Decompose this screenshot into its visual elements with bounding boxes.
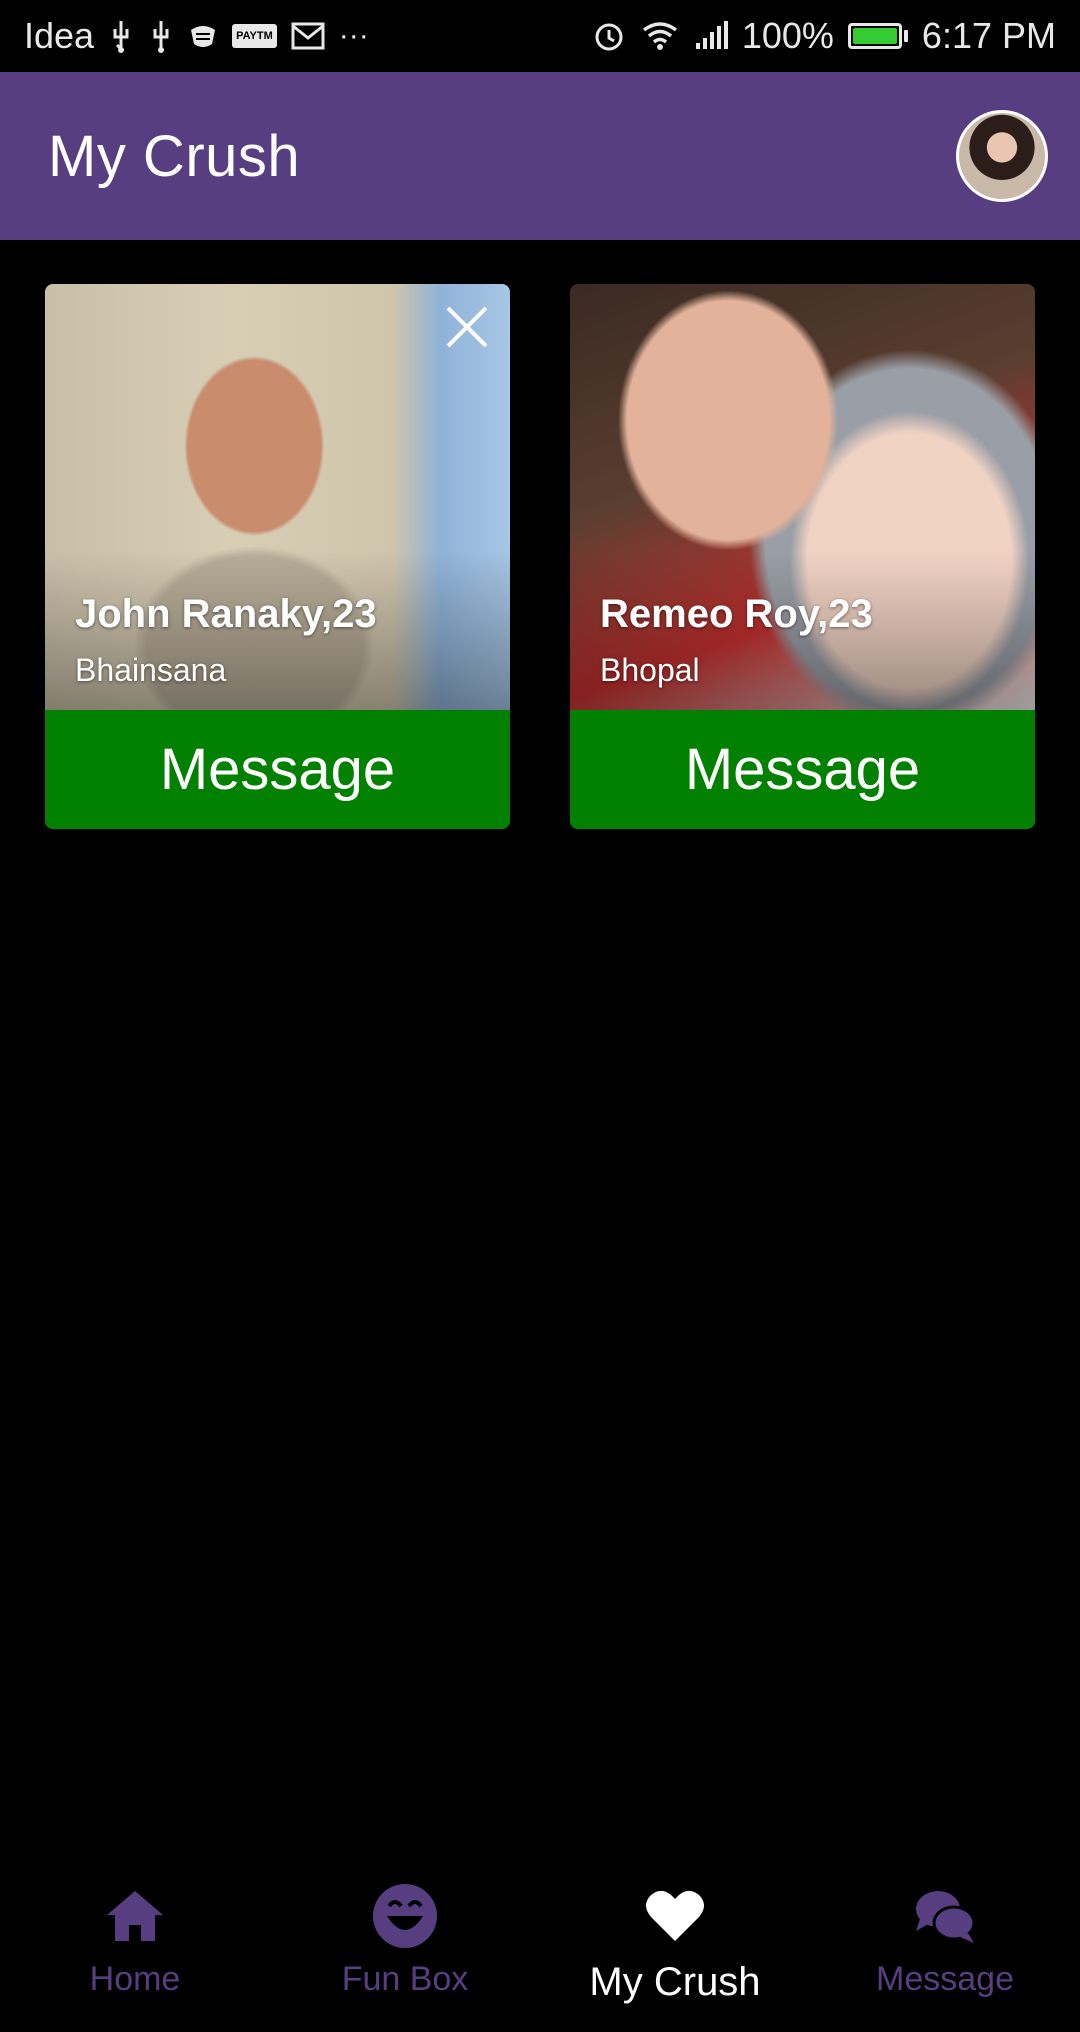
smiley-icon (371, 1880, 439, 1952)
message-button[interactable]: Message (570, 710, 1035, 829)
alarm-icon (592, 19, 626, 53)
wifi-icon (640, 20, 680, 52)
nav-label: Fun Box (341, 1960, 469, 1998)
battery-percent: 100% (741, 15, 834, 56)
usb-icon (108, 19, 134, 53)
nav-item-fun-box[interactable]: Fun Box (270, 1862, 540, 2032)
nav-label: Message (876, 1960, 1014, 1998)
nav-item-home[interactable]: Home (0, 1862, 270, 2032)
signal-icon (694, 21, 728, 51)
heart-icon (645, 1880, 705, 1952)
profile-city: Bhainsana (75, 652, 227, 688)
carrier-label: Idea (24, 15, 95, 56)
nav-label: My Crush (589, 1960, 761, 2004)
crush-card[interactable]: John Ranaky,23 Bhainsana Message (45, 284, 510, 829)
gmail-icon (291, 22, 325, 50)
usb-icon (148, 19, 174, 53)
home-icon (104, 1880, 166, 1952)
profile-avatar[interactable] (956, 110, 1048, 202)
profile-name: Remeo Roy,23 (600, 592, 873, 636)
profile-city: Bhopal (600, 652, 700, 688)
message-button[interactable]: Message (45, 710, 510, 829)
battery-fill (852, 28, 897, 44)
paytm-icon: PAYTM (232, 24, 277, 48)
profile-photo[interactable] (570, 284, 1035, 710)
app-bar: My Crush (0, 72, 1080, 240)
status-bar-right: 100% 6:17 PM (592, 15, 1056, 57)
profile-name: John Ranaky,23 (75, 592, 377, 636)
chat-bubbles-icon (912, 1880, 978, 1952)
profile-photo[interactable] (45, 284, 510, 710)
crush-card[interactable]: Remeo Roy,23 Bhopal Message (570, 284, 1035, 829)
nav-label: Home (89, 1960, 181, 1998)
status-bar: Idea PAYTM ··· 100% 6:17 PM (0, 0, 1080, 72)
battery-icon (847, 23, 908, 49)
nav-item-message[interactable]: Message (810, 1862, 1080, 2032)
nav-item-my-crush[interactable]: My Crush (540, 1862, 810, 2032)
status-bar-left: Idea PAYTM ··· (24, 15, 369, 57)
page-title: My Crush (48, 123, 301, 189)
more-icon: ··· (338, 19, 369, 52)
clock: 6:17 PM (921, 15, 1056, 56)
bottom-nav: Home Fun Box My Crush Message (0, 1862, 1080, 2032)
shield-icon (188, 22, 218, 50)
close-icon[interactable] (442, 302, 492, 352)
